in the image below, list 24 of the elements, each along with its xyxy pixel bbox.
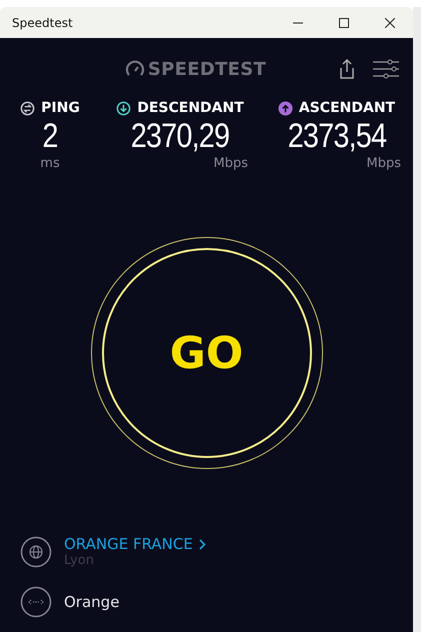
isp-name: Orange [64, 593, 120, 611]
connection-icon [20, 586, 52, 618]
metric-unit: Mbps [366, 156, 402, 171]
globe-icon [20, 536, 52, 568]
maximize-icon [339, 18, 349, 28]
window-title: Speedtest [11, 16, 74, 30]
metric-unit: Mbps [214, 156, 249, 171]
metric-label: ASCENDANT [298, 100, 396, 116]
chevron-icon [198, 538, 206, 550]
go-button[interactable]: GO [90, 237, 322, 469]
app-logo: SPEEDTEST [148, 58, 266, 80]
metric-value: 2373,54 [287, 116, 386, 156]
metric-unit: ms [40, 156, 60, 171]
share-icon [339, 58, 355, 80]
metric-value: 2370,29 [130, 116, 230, 156]
metric-value: 2 [42, 116, 58, 156]
share-button[interactable] [339, 58, 355, 80]
metric-label: DESCENDANT [137, 100, 244, 116]
metric-label: PING [41, 100, 80, 116]
settings-icon [373, 59, 399, 79]
minimize-icon [293, 22, 303, 24]
server-link[interactable]: ORANGE FRANCE [64, 535, 206, 553]
close-icon [385, 18, 395, 28]
settings-button[interactable] [373, 59, 399, 79]
